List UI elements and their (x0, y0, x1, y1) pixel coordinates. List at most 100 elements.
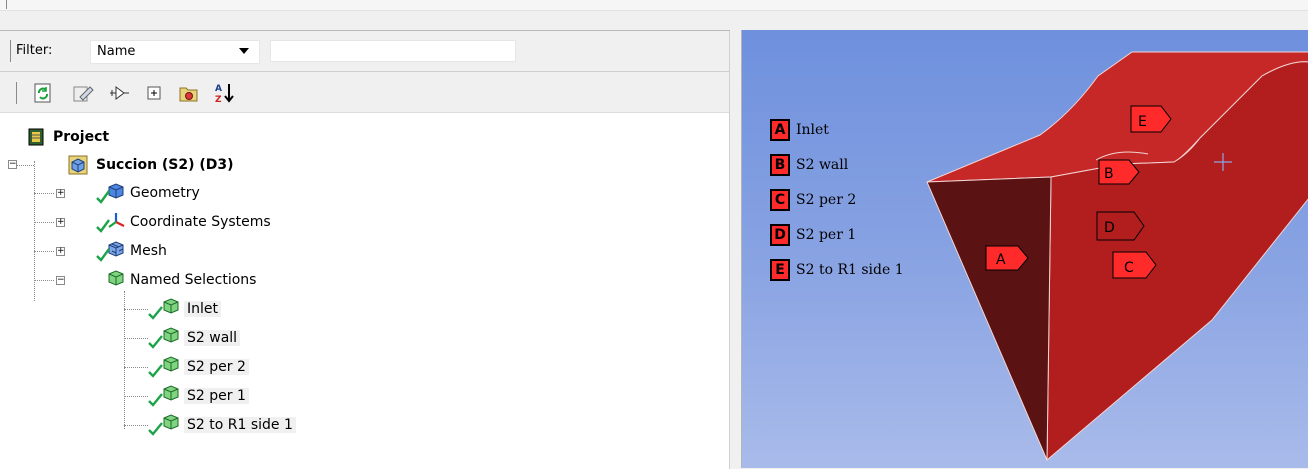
filter-search-input[interactable] (270, 40, 516, 62)
tree-item-selection[interactable]: S2 wall (146, 326, 241, 350)
model-view[interactable]: A B C D E (742, 30, 1308, 468)
show-folder-button[interactable] (178, 82, 200, 104)
legend-item[interactable]: C S2 per 2 (770, 186, 856, 214)
named-selection-check-icon (148, 414, 179, 436)
tree-connector (34, 222, 54, 224)
geometry-icon (96, 183, 124, 204)
tag-label: C (1124, 260, 1134, 276)
expand-toggle[interactable]: + (56, 247, 65, 256)
tree-toolbar: AZ (0, 72, 729, 113)
tree-item-label: Named Selections (130, 272, 257, 288)
tree-item-selection[interactable]: S2 to R1 side 1 (146, 413, 296, 437)
legend-label: Inlet (796, 122, 829, 138)
svg-text:A: A (215, 84, 222, 94)
window-top-strip (0, 0, 1308, 11)
tree-item-named-selections[interactable]: Named Selections (96, 268, 256, 292)
legend-item[interactable]: E S2 to R1 side 1 (770, 256, 904, 284)
legend-key: D (770, 224, 790, 246)
refresh-button[interactable] (32, 82, 54, 104)
sort-az-icon: AZ (215, 84, 234, 104)
tree-item-label: Coordinate Systems (130, 214, 271, 230)
filter-icon (110, 86, 129, 100)
tree-connector (124, 291, 126, 429)
tree-item-model[interactable]: Succion (S2) (D3) (68, 153, 234, 177)
legend-key: A (770, 119, 790, 141)
filter-bar: Filter: Name (0, 31, 729, 72)
toolbar-grip[interactable] (10, 40, 11, 62)
filter-button[interactable] (108, 82, 130, 104)
tree-connector (34, 251, 54, 253)
tree-connector (124, 338, 148, 340)
expand-toggle[interactable]: + (56, 218, 65, 227)
coordinate-systems-icon (96, 213, 125, 233)
named-selection-check-icon (148, 385, 179, 407)
named-selections-icon (108, 270, 124, 286)
tree-connector (124, 396, 148, 398)
tree-connector (124, 367, 148, 369)
legend-label: S2 per 1 (796, 227, 857, 243)
named-selection-check-icon (148, 356, 179, 378)
tree-item-selection[interactable]: Inlet (146, 297, 221, 321)
tree-item-project[interactable]: Project (26, 125, 109, 149)
legend-key: E (770, 259, 790, 281)
legend-label: S2 per 2 (796, 192, 857, 208)
legend-key: B (770, 154, 790, 176)
legend-label: S2 to R1 side 1 (796, 262, 904, 278)
tree-connector (124, 309, 148, 311)
tree-item-label: S2 per 1 (184, 388, 249, 404)
tree-connector (124, 425, 148, 427)
legend-item[interactable]: A Inlet (770, 116, 829, 144)
rename-button[interactable] (72, 82, 94, 104)
named-selection-check-icon (148, 327, 179, 349)
collapse-toggle[interactable]: − (56, 276, 65, 285)
tag-label: E (1138, 114, 1147, 130)
tag-d[interactable]: D (1096, 211, 1145, 241)
legend-item[interactable]: D S2 per 1 (770, 221, 856, 249)
model-icon (68, 155, 88, 175)
collapse-toggle[interactable]: − (8, 160, 17, 169)
tag-label: D (1104, 220, 1115, 236)
legend-label: S2 wall (796, 157, 849, 173)
outline-panel: Filter: Name AZ Project − Succion (S2) (… (0, 30, 730, 469)
expand-toggle[interactable]: + (56, 189, 65, 198)
strip-mark (6, 0, 7, 9)
expand-all-icon (147, 86, 161, 100)
tree-item-label: Mesh (130, 243, 167, 259)
tree-connector (14, 165, 34, 167)
tree-item-selection[interactable]: S2 per 1 (146, 384, 249, 408)
tree-item-mesh[interactable]: Mesh (96, 239, 167, 263)
panel-divider (729, 31, 730, 469)
chevron-down-icon[interactable] (239, 48, 249, 54)
filter-type-dropdown[interactable]: Name (90, 40, 260, 64)
tag-label: A (996, 252, 1006, 268)
tree-item-label: S2 per 2 (184, 359, 249, 375)
graphics-viewport[interactable]: A B C D E A Inlet B S2 wall C S2 per 2 D… (741, 30, 1308, 468)
sort-button[interactable]: AZ (214, 82, 236, 104)
tree-item-selection[interactable]: S2 per 2 (146, 355, 249, 379)
legend-item[interactable]: B S2 wall (770, 151, 848, 179)
tree-connector (34, 193, 54, 195)
tag-c[interactable]: C (1112, 251, 1157, 279)
outline-tree: Project − Succion (S2) (D3) + Geometry +… (0, 113, 729, 469)
tree-item-geometry[interactable]: Geometry (96, 181, 200, 205)
mesh-icon (96, 241, 124, 262)
tree-item-label: Succion (S2) (D3) (96, 157, 234, 173)
tree-item-label: Inlet (184, 301, 221, 317)
filter-label: Filter: (16, 43, 53, 58)
tree-item-label: S2 wall (184, 330, 241, 346)
svg-text:Z: Z (215, 95, 222, 104)
toolbar-grip[interactable] (16, 82, 17, 104)
tree-item-label: Geometry (130, 185, 200, 201)
tree-connector (34, 280, 54, 282)
folder-icon (179, 87, 198, 102)
refresh-icon (34, 83, 51, 103)
expand-all-button[interactable] (143, 82, 165, 104)
project-icon (28, 128, 44, 146)
front-face[interactable] (926, 176, 1052, 461)
tree-item-coordinate-systems[interactable]: Coordinate Systems (96, 210, 271, 234)
tree-item-label: S2 to R1 side 1 (184, 417, 296, 433)
edit-icon (73, 86, 94, 102)
filter-type-value: Name (97, 44, 136, 59)
tree-item-label: Project (53, 129, 110, 145)
legend-key: C (770, 189, 790, 211)
